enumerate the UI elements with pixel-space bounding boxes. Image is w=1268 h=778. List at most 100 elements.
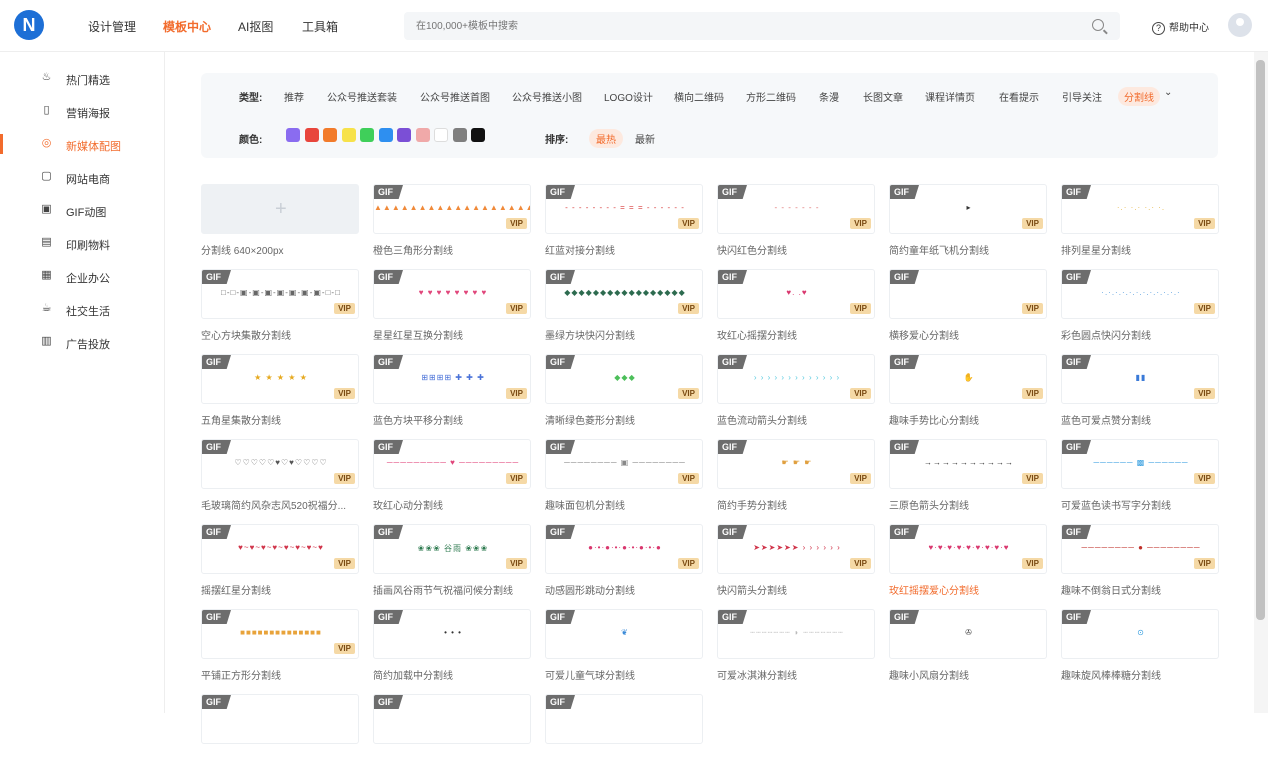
template-title[interactable]: 毛玻璃简约风杂志风520祝福分... bbox=[201, 497, 359, 512]
template-card[interactable]: GIF ⊙ 趣味旋风棒棒糖分割线 bbox=[1061, 609, 1219, 693]
template-thumbnail[interactable]: GIF ◆◆◆ VIP bbox=[545, 354, 703, 404]
color-swatch-1[interactable] bbox=[304, 128, 319, 142]
template-title[interactable]: 插画风谷雨节气祝福问候分割线 bbox=[373, 582, 531, 597]
sidebar-item-3[interactable]: ▢ 网站电商 bbox=[0, 161, 165, 194]
template-card[interactable]: GIF ■■■■■■■■■■■■■■ VIP 平铺正方形分割线 bbox=[201, 609, 359, 693]
template-thumbnail[interactable]: GIF ★ ★ ★ ★ ★ VIP bbox=[201, 354, 359, 404]
template-title[interactable]: 趣味手势比心分割线 bbox=[889, 412, 1047, 427]
template-card[interactable]: GIF VIP 横移爱心分割线 bbox=[889, 269, 1047, 353]
type-option-10[interactable]: 在看提示 bbox=[999, 89, 1039, 104]
template-card[interactable]: GIF ·.·.·.·.·.·.·.·.·.·.·.· VIP 彩色圆点快闪分割线 bbox=[1061, 269, 1219, 353]
template-title[interactable]: 分割线 640×200px bbox=[201, 242, 359, 257]
template-title[interactable]: 蓝色流动箭头分割线 bbox=[717, 412, 875, 427]
search-input[interactable] bbox=[404, 12, 1064, 40]
type-option-6[interactable]: 方形二维码 bbox=[746, 89, 796, 104]
template-card[interactable]: GIF bbox=[545, 694, 703, 778]
template-card[interactable]: GIF ──────── ● ──────── VIP 趣味不倒翁日式分割线 bbox=[1061, 524, 1219, 608]
template-thumbnail[interactable]: GIF ✇ bbox=[889, 609, 1047, 659]
template-title[interactable]: 玫红心动分割线 bbox=[373, 497, 531, 512]
template-card[interactable]: GIF ──────── ▣ ──────── VIP 趣味面包机分割线 bbox=[545, 439, 703, 523]
template-thumbnail[interactable]: GIF ■■■■■■■■■■■■■■ VIP bbox=[201, 609, 359, 659]
template-thumbnail[interactable]: GIF ◆◆◆◆◆◆◆◆◆◆◆◆◆◆◆◆◆ VIP bbox=[545, 269, 703, 319]
template-thumbnail[interactable]: GIF › › › › › › › › › › › › › VIP bbox=[717, 354, 875, 404]
plus-icon[interactable]: + bbox=[275, 198, 287, 221]
template-card[interactable]: GIF ➤➤➤➤➤➤ › › › › › › VIP 快闪箭头分割线 bbox=[717, 524, 875, 608]
avatar[interactable] bbox=[1228, 13, 1252, 37]
template-thumbnail[interactable]: GIF ──────── ● ──────── VIP bbox=[1061, 524, 1219, 574]
template-thumbnail[interactable]: GIF bbox=[373, 694, 531, 744]
template-title[interactable]: 可爱蓝色读书写字分割线 bbox=[1061, 497, 1219, 512]
template-title[interactable]: 彩色圆点快闪分割线 bbox=[1061, 327, 1219, 342]
template-title[interactable]: 简约加载中分割线 bbox=[373, 667, 531, 682]
template-card[interactable]: GIF ♥~♥~♥~♥~♥~♥~♥~♥ VIP 摇摆红星分割线 bbox=[201, 524, 359, 608]
template-thumbnail[interactable]: GIF ▸ VIP bbox=[889, 184, 1047, 234]
template-title[interactable]: 快闪红色分割线 bbox=[717, 242, 875, 257]
template-title[interactable]: 红蓝对接分割线 bbox=[545, 242, 703, 257]
template-title[interactable]: 玫红心摇摆分割线 bbox=[717, 327, 875, 342]
template-title[interactable]: 动感圆形跳动分割线 bbox=[545, 582, 703, 597]
template-card[interactable]: GIF ▲▲▲▲▲▲▲▲▲▲▲▲▲▲▲▲▲▲ VIP 橙色三角形分割线 bbox=[373, 184, 531, 268]
template-title[interactable]: 橙色三角形分割线 bbox=[373, 242, 531, 257]
template-title[interactable]: 趣味小风扇分割线 bbox=[889, 667, 1047, 682]
template-title[interactable]: 平铺正方形分割线 bbox=[201, 667, 359, 682]
nav-item-0[interactable]: 设计管理 bbox=[88, 18, 136, 35]
template-thumbnail[interactable]: GIF - - - - - - - - = = = - - - - - - VIP bbox=[545, 184, 703, 234]
template-card[interactable]: GIF • • • 简约加载中分割线 bbox=[373, 609, 531, 693]
template-title[interactable]: 简约童年纸飞机分割线 bbox=[889, 242, 1047, 257]
template-thumbnail[interactable]: GIF ✋ VIP bbox=[889, 354, 1047, 404]
template-card[interactable]: GIF bbox=[373, 694, 531, 778]
template-title[interactable]: 可爱儿童气球分割线 bbox=[545, 667, 703, 682]
template-card[interactable]: GIF › › › › › › › › › › › › › VIP 蓝色流动箭头分割线 bbox=[717, 354, 875, 438]
template-card[interactable]: GIF □-□-▣-▣-▣-▣-▣-▣-▣-□-□ VIP 空心方块集散分割线 bbox=[201, 269, 359, 353]
template-thumbnail[interactable]: GIF ·.·.·.·.·.·.·.·.·.·.·.· VIP bbox=[1061, 269, 1219, 319]
template-card[interactable]: GIF ◆◆◆◆◆◆◆◆◆◆◆◆◆◆◆◆◆ VIP 墨绿方块快闪分割线 bbox=[545, 269, 703, 353]
template-card[interactable]: GIF ●·•·●·•·●·•·●·•·● VIP 动感圆形跳动分割线 bbox=[545, 524, 703, 608]
template-card[interactable]: GIF →→→→→→→→→→ VIP 三原色箭头分割线 bbox=[889, 439, 1047, 523]
template-card[interactable]: GIF ⊞⊞⊞⊞ ✚ ✚ ✚ VIP 蓝色方块平移分割线 bbox=[373, 354, 531, 438]
template-thumbnail[interactable]: GIF ❦ bbox=[545, 609, 703, 659]
template-title[interactable]: 空心方块集散分割线 bbox=[201, 327, 359, 342]
template-card[interactable]: GIF ❦ 可爱儿童气球分割线 bbox=[545, 609, 703, 693]
template-title[interactable]: 蓝色方块平移分割线 bbox=[373, 412, 531, 427]
template-thumbnail[interactable]: GIF bbox=[545, 694, 703, 744]
template-card[interactable]: GIF - - - - - - - - = = = - - - - - - VIP 红… bbox=[545, 184, 703, 268]
template-thumbnail[interactable]: GIF bbox=[201, 694, 359, 744]
template-card[interactable]: GIF ☛ ☛ ☛ VIP 简约手势分割线 bbox=[717, 439, 875, 523]
sidebar-item-5[interactable]: ▤ 印刷物料 bbox=[0, 227, 165, 260]
template-card[interactable]: GIF ★ ★ ★ ★ ★ VIP 五角星集散分割线 bbox=[201, 354, 359, 438]
template-card[interactable]: GIF ◆◆◆ VIP 清晰绿色菱形分割线 bbox=[545, 354, 703, 438]
color-swatch-9[interactable] bbox=[452, 128, 467, 142]
template-title[interactable]: 快闪箭头分割线 bbox=[717, 582, 875, 597]
type-option-11[interactable]: 引导关注 bbox=[1062, 89, 1102, 104]
type-option-4[interactable]: LOGO设计 bbox=[604, 89, 653, 104]
sidebar-item-6[interactable]: ▦ 企业办公 bbox=[0, 260, 165, 293]
help-center-link[interactable]: ? 帮助中心 bbox=[1152, 19, 1209, 35]
template-card[interactable]: GIF ♥ ♥ ♥ ♥ ♥ ♥ ♥ ♥ VIP 星星红星互换分割线 bbox=[373, 269, 531, 353]
template-title[interactable]: 墨绿方块快闪分割线 bbox=[545, 327, 703, 342]
template-thumbnail[interactable]: GIF VIP bbox=[889, 269, 1047, 319]
template-title[interactable]: 可爱冰淇淋分割线 bbox=[717, 667, 875, 682]
template-thumbnail[interactable]: GIF ───────── ♥ ───────── VIP bbox=[373, 439, 531, 489]
sidebar-item-2[interactable]: ◎ 新媒体配图 bbox=[0, 128, 165, 161]
template-thumbnail[interactable]: GIF ☛ ☛ ☛ VIP bbox=[717, 439, 875, 489]
template-title[interactable]: 星星红星互换分割线 bbox=[373, 327, 531, 342]
sidebar-item-7[interactable]: ☕ 社交生活 bbox=[0, 293, 165, 326]
template-card[interactable]: GIF ───────── ♥ ───────── VIP 玫红心动分割线 bbox=[373, 439, 531, 523]
sidebar-item-0[interactable]: ♨ 热门精选 bbox=[0, 62, 165, 95]
template-thumbnail[interactable]: GIF ⊞⊞⊞⊞ ✚ ✚ ✚ VIP bbox=[373, 354, 531, 404]
sort-option-0[interactable]: 最热 bbox=[589, 129, 623, 148]
template-thumbnail[interactable]: GIF ────── ▩ ────── VIP bbox=[1061, 439, 1219, 489]
color-swatch-0[interactable] bbox=[286, 128, 300, 142]
template-thumbnail[interactable]: GIF ♥~♥~♥~♥~♥~♥~♥~♥ VIP bbox=[201, 524, 359, 574]
color-swatch-4[interactable] bbox=[360, 128, 374, 142]
template-card[interactable]: GIF ┄┄┄┄┄┄┄ ◗ ┄┄┄┄┄┄┄ 可爱冰淇淋分割线 bbox=[717, 609, 875, 693]
scrollbar-thumb[interactable] bbox=[1256, 60, 1265, 620]
template-thumbnail[interactable]: GIF ·.· ·.· ·.· ·. VIP bbox=[1061, 184, 1219, 234]
type-option-12[interactable]: 分割线 bbox=[1118, 87, 1160, 106]
template-card[interactable]: GIF ·.· ·.· ·.· ·. VIP 排列星星分割线 bbox=[1061, 184, 1219, 268]
type-option-8[interactable]: 长图文章 bbox=[863, 89, 903, 104]
type-option-7[interactable]: 条漫 bbox=[819, 89, 839, 104]
template-card[interactable]: + 分割线 640×200px bbox=[201, 184, 359, 268]
sidebar-item-4[interactable]: ▣ GIF动图 bbox=[0, 194, 165, 227]
template-card[interactable]: GIF ────── ▩ ────── VIP 可爱蓝色读书写字分割线 bbox=[1061, 439, 1219, 523]
